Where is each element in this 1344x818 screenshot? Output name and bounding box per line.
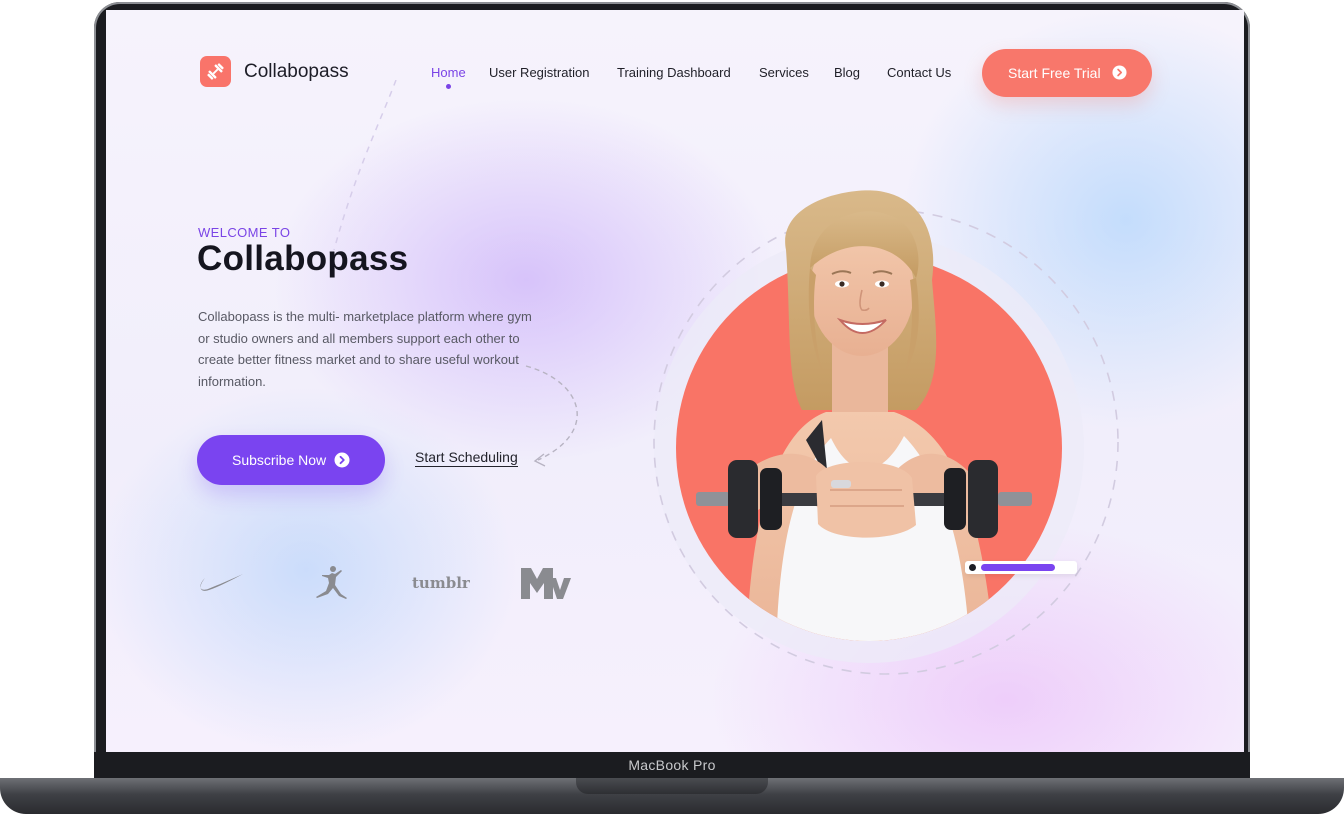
start-scheduling-link[interactable]: Start Scheduling xyxy=(415,449,518,467)
brand-name[interactable]: Collabopass xyxy=(244,61,349,83)
subscribe-now-label: Subscribe Now xyxy=(232,452,327,468)
laptop-bezel-bottom: MacBook Pro xyxy=(94,752,1250,780)
dumbbell-icon xyxy=(207,63,224,80)
chevron-right-circle-icon xyxy=(334,452,350,468)
hero-title: Collabopass xyxy=(197,239,409,278)
laptop-notch xyxy=(576,778,768,794)
device-label: MacBook Pro xyxy=(628,757,716,773)
image-slider-progress[interactable] xyxy=(965,561,1077,574)
nav-active-indicator xyxy=(446,84,451,89)
slider-track xyxy=(981,564,1055,571)
subscribe-now-button[interactable]: Subscribe Now xyxy=(197,435,385,485)
laptop-mockup: Collabopass Home User Registration Train… xyxy=(0,0,1344,818)
website-screen: Collabopass Home User Registration Train… xyxy=(106,10,1244,752)
hero-description: Collabopass is the multi- marketplace pl… xyxy=(198,309,532,389)
tumblr-wordmark: tumblr xyxy=(412,574,471,592)
chevron-right-circle-icon xyxy=(1112,65,1127,80)
nav-contact-us[interactable]: Contact Us xyxy=(887,65,951,80)
nav-home[interactable]: Home xyxy=(431,65,466,80)
nav-services[interactable]: Services xyxy=(759,65,809,80)
mtv-logo xyxy=(521,568,571,599)
nike-swoosh-icon xyxy=(200,574,243,591)
nav-blog[interactable]: Blog xyxy=(834,65,860,80)
welcome-eyebrow: WELCOME TO xyxy=(198,225,291,240)
slider-dot xyxy=(969,564,976,571)
jumpman-icon xyxy=(316,566,347,599)
nav-user-registration[interactable]: User Registration xyxy=(489,65,589,80)
logo-icon[interactable] xyxy=(200,56,231,87)
start-free-trial-button[interactable]: Start Free Trial xyxy=(982,49,1152,97)
start-free-trial-label: Start Free Trial xyxy=(1008,65,1101,81)
hero-image xyxy=(653,190,1119,675)
dashed-curve-arrow-icon xyxy=(525,365,578,467)
svg-text:tumblr: tumblr xyxy=(412,574,471,592)
nav-training-dashboard[interactable]: Training Dashboard xyxy=(617,65,731,80)
decorative-dashed-line xyxy=(333,80,397,250)
